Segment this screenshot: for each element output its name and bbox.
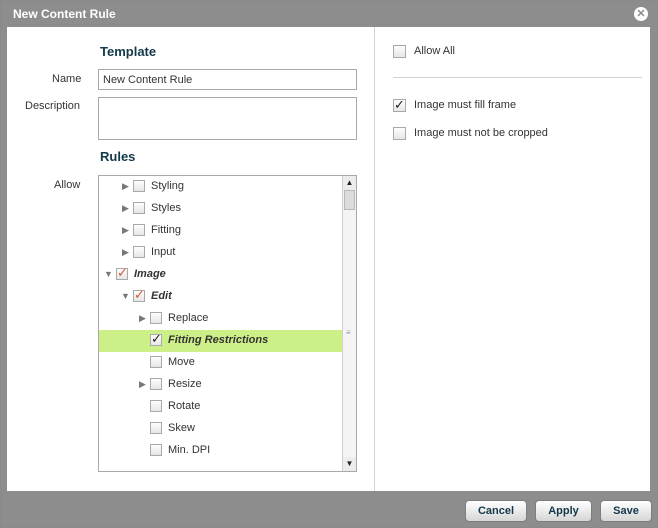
content-rule-dialog: New Content Rule ✕ Template Name Descrip…: [0, 0, 658, 528]
cancel-button[interactable]: Cancel: [465, 500, 527, 522]
tree-row-input[interactable]: ▶ Input: [99, 242, 342, 264]
horizontal-divider: [393, 77, 642, 78]
expand-arrow-icon[interactable]: ▶: [122, 225, 129, 236]
tree-row-styling[interactable]: ▶ Styling: [99, 176, 342, 198]
tree-row-label: Resize: [168, 378, 202, 390]
apply-button[interactable]: Apply: [535, 500, 592, 522]
tree-checkbox[interactable]: [133, 246, 145, 258]
tree-scrollbar[interactable]: ▲ ≡ ▼: [342, 176, 356, 471]
checkmark-icon: ✓: [117, 265, 128, 280]
tree-checkbox[interactable]: ✓: [116, 265, 128, 280]
tree-row-label: Styling: [151, 180, 185, 192]
tree-row-label: Replace: [168, 312, 209, 324]
tree-row-label: Input: [151, 246, 176, 258]
tree-row-fitting[interactable]: ▶ Fitting: [99, 220, 342, 242]
tree-checkbox[interactable]: [133, 202, 145, 214]
dialog-titlebar: New Content Rule ✕: [1, 1, 657, 27]
tree-row-label: Min. DPI: [168, 444, 211, 456]
tree-row-label: Image: [134, 268, 166, 280]
tree-checkbox[interactable]: [150, 312, 162, 324]
vertical-divider: [374, 27, 375, 491]
name-label: Name: [52, 73, 82, 85]
tree-row-resize[interactable]: ▶ Resize: [99, 374, 342, 396]
fill-frame-checkbox[interactable]: ✓: [393, 97, 406, 112]
allow-all-checkbox[interactable]: [393, 45, 406, 58]
not-cropped-checkbox[interactable]: [393, 127, 406, 140]
expand-arrow-icon[interactable]: ▶: [122, 181, 129, 192]
tree-row-fitting-restrictions[interactable]: ✓ Fitting Restrictions: [99, 330, 342, 352]
tree-row-styles[interactable]: ▶ Styles: [99, 198, 342, 220]
collapse-arrow-icon[interactable]: ▼: [104, 269, 113, 279]
expand-arrow-icon[interactable]: ▶: [139, 379, 146, 390]
rules-heading: Rules: [100, 149, 136, 164]
tree-checkbox[interactable]: [150, 444, 162, 456]
checkmark-icon: ✓: [134, 287, 145, 302]
tree-row-label: Fitting: [151, 224, 181, 236]
expand-arrow-icon[interactable]: ▶: [139, 313, 146, 324]
tree-row-rotate[interactable]: Rotate: [99, 396, 342, 418]
tree-row-replace[interactable]: ▶ Replace: [99, 308, 342, 330]
dialog-title: New Content Rule: [13, 7, 116, 21]
template-heading: Template: [100, 44, 157, 59]
dialog-content: Template Name Description Rules Allow ▶ …: [7, 27, 650, 491]
tree-checkbox[interactable]: ✓: [150, 331, 162, 346]
tree-row-label: Rotate: [168, 400, 201, 412]
close-icon[interactable]: ✕: [634, 7, 648, 21]
expand-arrow-icon[interactable]: ▶: [122, 203, 129, 214]
tree-checkbox[interactable]: [150, 378, 162, 390]
description-label: Description: [25, 100, 81, 112]
scroll-down-icon[interactable]: ▼: [343, 457, 356, 471]
tree-row-label: Styles: [151, 202, 181, 214]
tree-row-image[interactable]: ▼ ✓ Image: [99, 264, 342, 286]
collapse-arrow-icon[interactable]: ▼: [121, 291, 130, 301]
save-button[interactable]: Save: [600, 500, 652, 522]
tree-row-label: Edit: [151, 290, 172, 302]
name-input[interactable]: [98, 69, 357, 90]
description-input[interactable]: [98, 97, 357, 140]
tree-row-edit[interactable]: ▼ ✓ Edit: [99, 286, 342, 308]
tree-checkbox[interactable]: [150, 400, 162, 412]
tree-row-label: Skew: [168, 422, 195, 434]
allow-label: Allow: [54, 179, 81, 191]
scroll-thumb[interactable]: [344, 190, 355, 210]
expand-arrow-icon[interactable]: ▶: [122, 247, 129, 258]
grip-icon: ≡: [346, 328, 351, 337]
tree-checkbox[interactable]: [133, 180, 145, 192]
tree-checkbox[interactable]: ✓: [133, 287, 145, 302]
allow-all-label: Allow All: [414, 45, 455, 57]
tree-checkbox[interactable]: [150, 356, 162, 368]
tree-row-label: Move: [168, 356, 195, 368]
tree-checkbox[interactable]: [150, 422, 162, 434]
scroll-up-icon[interactable]: ▲: [343, 176, 356, 190]
checkmark-icon: ✓: [394, 97, 405, 112]
fill-frame-label: Image must fill frame: [414, 99, 517, 111]
not-cropped-label: Image must not be cropped: [414, 127, 548, 139]
rules-tree[interactable]: ▶ Styling ▶ Styles ▶ Fitting ▶ Input ▼ ✓…: [98, 175, 357, 472]
checkmark-icon: ✓: [151, 331, 162, 346]
tree-row-label: Fitting Restrictions: [168, 334, 269, 346]
tree-row-min-dpi[interactable]: Min. DPI: [99, 440, 342, 462]
tree-checkbox[interactable]: [133, 224, 145, 236]
tree-row-skew[interactable]: Skew: [99, 418, 342, 440]
tree-row-move[interactable]: Move: [99, 352, 342, 374]
